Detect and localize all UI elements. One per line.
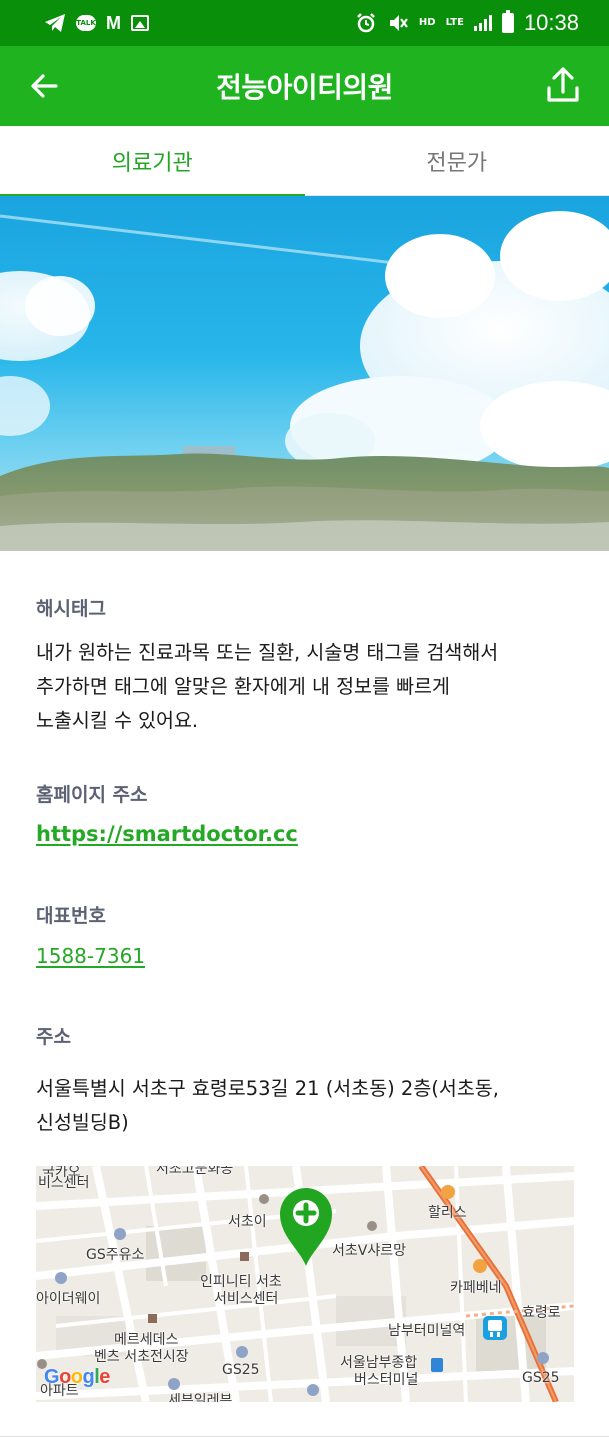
back-button[interactable]: [26, 66, 66, 106]
map-label: 서초이: [228, 1214, 267, 1230]
address-label: 주소: [36, 1026, 71, 1048]
map-label: 비스센터: [38, 1175, 90, 1191]
arrow-left-icon: [31, 74, 58, 98]
map-label: 서초V샤르망: [332, 1243, 406, 1259]
phone-link[interactable]: 1588-7361: [36, 944, 145, 968]
google-logo: Google: [44, 1366, 110, 1388]
hashtag-description-line: 내가 원하는 진료과목 또는 질환, 시술명 태그를 검색해서: [36, 641, 499, 664]
mute-icon: [389, 15, 408, 31]
bottom-divider: [0, 1436, 609, 1437]
hashtag-label: 해시태그: [36, 598, 106, 620]
map-label: 서초고문화공: [156, 1166, 234, 1177]
status-time: 10:38: [523, 10, 579, 35]
tab-medical-institution[interactable]: 의료기관: [0, 126, 305, 197]
map-label: 카페베네: [450, 1280, 502, 1296]
gallery-icon: [131, 15, 149, 31]
subway-icon: [483, 1316, 507, 1340]
tab-bar: 의료기관 전문가: [0, 126, 609, 197]
hashtag-description-line: 노출시킬 수 있어요.: [36, 709, 199, 732]
hospital-plus-marker-icon[interactable]: [278, 1184, 334, 1268]
map-label: 세븐일레븐: [168, 1393, 233, 1402]
hd-voice-icon: HD: [418, 17, 436, 28]
alarm-icon: [357, 13, 375, 33]
status-left-icons: TALK M: [44, 13, 149, 34]
map-label: 벤츠 서초전시장: [94, 1349, 189, 1365]
map-label: GS25: [522, 1370, 560, 1386]
address-line: 신성빌딩B): [36, 1111, 129, 1134]
status-right-icons: HD LTE 10:38: [355, 10, 579, 36]
kakaotalk-icon: TALK: [76, 15, 96, 31]
status-bar: TALK M HD LTE 10:38: [0, 0, 609, 46]
map-label: 아이더웨이: [36, 1291, 101, 1307]
map-label: 버스터미널: [354, 1372, 419, 1388]
gmail-icon: M: [106, 12, 121, 33]
phone-label: 대표번호: [36, 905, 106, 927]
location-map[interactable]: 국카오 비스센터 서초고문화공 서초이 GS주유소 인피니티 서초 서비스센터 …: [36, 1166, 574, 1402]
map-label: GS주유소: [86, 1247, 145, 1263]
map-label: 효령로: [522, 1305, 561, 1321]
address-line: 서울특별시 서초구 효령로53길 21 (서초동) 2층(서초동,: [36, 1077, 499, 1100]
homepage-label: 홈페이지 주소: [36, 784, 148, 806]
lte-icon: LTE: [445, 17, 464, 28]
homepage-link[interactable]: https://smartdoctor.cc: [36, 822, 298, 846]
telegram-icon: [45, 14, 65, 32]
app-bar: 전능아이티의원: [0, 46, 609, 126]
map-label: 할리스: [428, 1205, 467, 1221]
hashtag-description: 내가 원하는 진료과목 또는 질환, 시술명 태그를 검색해서 추가하면 태그에…: [36, 636, 576, 738]
tab-expert[interactable]: 전문가: [305, 126, 609, 196]
hashtag-description-line: 추가하면 태그에 알맞은 환자에게 내 정보를 빠르게: [36, 675, 450, 698]
page-title: 전능아이티의원: [216, 71, 393, 104]
share-button[interactable]: [543, 64, 583, 106]
share-upload-icon: [547, 67, 579, 102]
map-label: 서비스센터: [214, 1291, 279, 1307]
map-label: 남부터미널역: [388, 1323, 466, 1339]
battery-icon: [501, 10, 514, 33]
hero-image: [0, 196, 609, 551]
address-text: 서울특별시 서초구 효령로53길 21 (서초동) 2층(서초동, 신성빌딩B): [36, 1072, 576, 1140]
signal-icon: [473, 15, 492, 31]
map-label: GS25: [222, 1362, 260, 1378]
